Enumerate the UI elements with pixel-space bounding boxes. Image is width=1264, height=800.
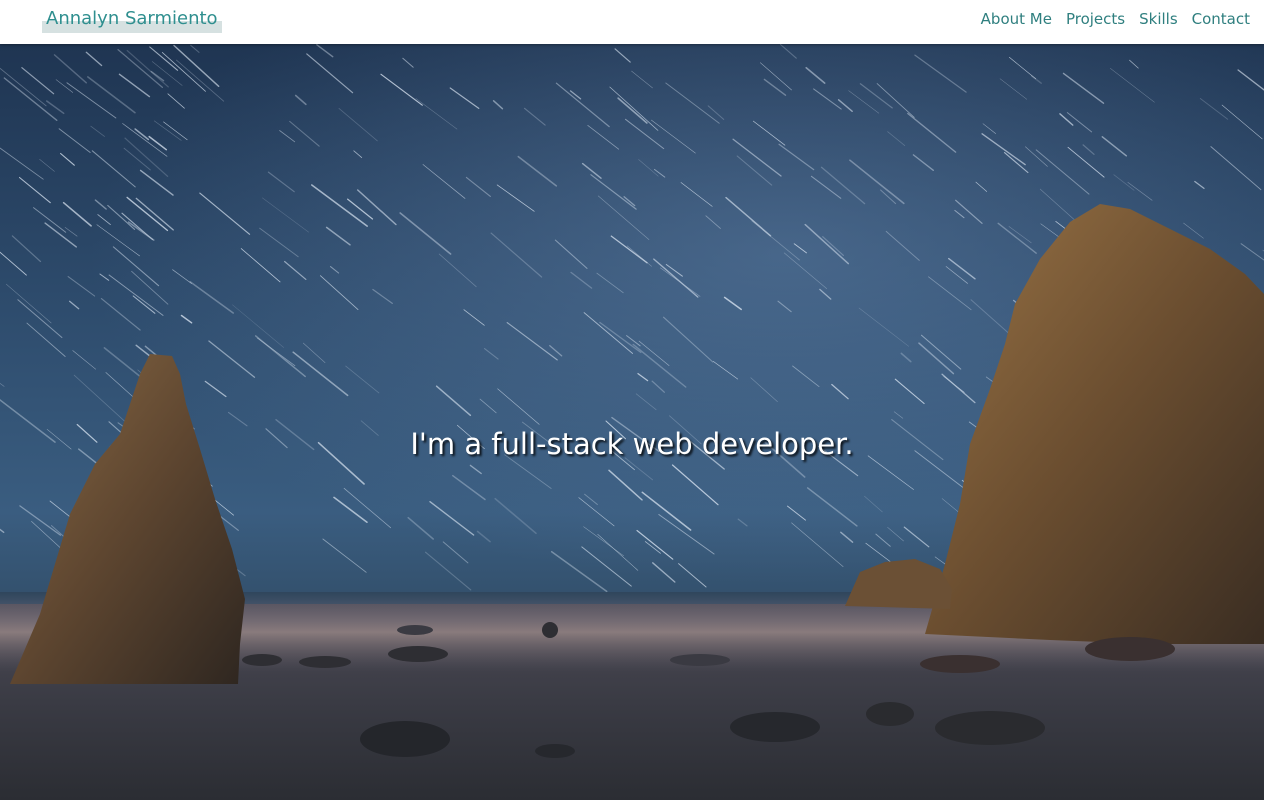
brand-link[interactable]: Annalyn Sarmiento [42, 6, 222, 33]
nav-link-projects[interactable]: Projects [1066, 10, 1125, 28]
nav-menu: About Me Projects Skills Contact [981, 10, 1250, 28]
hero-background-image [0, 44, 1264, 800]
top-navbar: Annalyn Sarmiento About Me Projects Skil… [0, 0, 1264, 44]
hero-tagline: I'm a full-stack web developer. [410, 427, 854, 461]
nav-link-contact[interactable]: Contact [1192, 10, 1250, 28]
nav-link-about-me[interactable]: About Me [981, 10, 1052, 28]
nav-link-skills[interactable]: Skills [1139, 10, 1178, 28]
hero-section: I'm a full-stack web developer. [0, 44, 1264, 800]
